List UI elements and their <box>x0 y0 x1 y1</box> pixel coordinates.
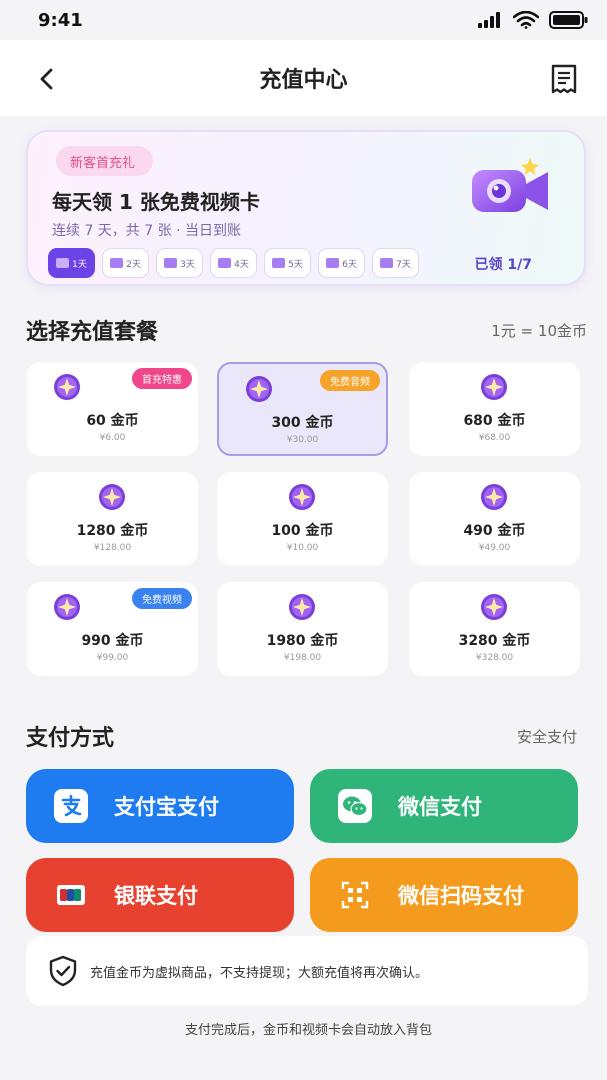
secure-payment-label: 安全支付 <box>516 728 577 746</box>
signal-icon <box>478 12 500 28</box>
page-title: 充值中心 <box>259 68 348 93</box>
package-coins: 60 金币 <box>86 413 139 429</box>
unionpay-label: 银联支付 <box>114 884 198 908</box>
day-chip: 4天 <box>210 248 257 278</box>
package-coins: 490 金币 <box>463 523 526 539</box>
package-coins: 1280 金币 <box>76 523 149 539</box>
qr-scan-icon <box>338 878 372 912</box>
battery-icon <box>549 11 588 29</box>
day-chip-label: 2天 <box>126 259 141 270</box>
video-card-icon <box>164 258 178 268</box>
coin-icon <box>480 593 508 621</box>
payment-title: 支付方式 <box>26 726 115 751</box>
package-coins: 1980 金币 <box>266 633 339 649</box>
package-badge: 免费视频 <box>132 588 192 609</box>
package-price: ¥198.00 <box>283 653 322 663</box>
video-camera-icon <box>472 158 548 212</box>
video-card-icon <box>272 258 286 268</box>
receipt-icon <box>551 64 577 94</box>
package-price: ¥328.00 <box>475 653 514 663</box>
day-chip-label: 5天 <box>288 259 303 270</box>
coin-icon <box>245 375 273 403</box>
package-price: ¥49.00 <box>478 543 511 553</box>
package-coins: 3280 金币 <box>458 633 531 649</box>
wechat-icon <box>338 789 372 823</box>
day-chip: 1天 <box>48 248 95 278</box>
nav-bar: 充值中心 <box>0 40 607 116</box>
promo-tag: 新客首充礼 <box>56 146 154 176</box>
wechat-scan-pay-button[interactable]: 微信扫码支付 <box>310 858 578 932</box>
exchange-rate: 1元 = 10金币 <box>491 322 587 340</box>
package-price: ¥10.00 <box>286 543 319 553</box>
coin-icon <box>98 483 126 511</box>
package-card[interactable]: 免费视频 990 金币 ¥99.00 <box>27 582 198 676</box>
package-price: ¥6.00 <box>99 433 126 443</box>
alipay-icon <box>54 789 88 823</box>
package-coins: 990 金币 <box>81 633 144 649</box>
coin-icon <box>288 483 316 511</box>
status-time: 9:41 <box>38 9 83 31</box>
coin-icon <box>480 373 508 401</box>
day-chip-label: 4天 <box>234 259 249 270</box>
coin-icon <box>480 483 508 511</box>
day-chip: 6天 <box>318 248 365 278</box>
video-card-icon <box>326 258 340 268</box>
wechat-pay-button[interactable]: 微信支付 <box>310 769 578 843</box>
package-card[interactable]: 490 金币 ¥49.00 <box>409 472 580 566</box>
status-icons <box>477 11 589 29</box>
chevron-left-icon <box>40 68 53 90</box>
package-card[interactable]: 680 金币 ¥68.00 <box>409 362 580 456</box>
day-chip-label: 3天 <box>180 259 195 270</box>
day-chip-label: 7天 <box>396 259 411 270</box>
package-coins: 100 金币 <box>271 523 334 539</box>
day-chip-label: 6天 <box>342 259 357 270</box>
package-price: ¥128.00 <box>93 543 132 553</box>
video-card-icon <box>56 258 70 268</box>
wechat-scan-pay-label: 微信扫码支付 <box>398 884 524 908</box>
package-badge: 首充特惠 <box>132 368 192 389</box>
coin-icon <box>53 373 81 401</box>
new-user-promo-card[interactable]: 新客首充礼 每天领 1 张免费视频卡 连续 7 天，共 7 张 · 当日到账 1… <box>26 130 586 286</box>
records-button[interactable] <box>547 62 581 96</box>
day-chip: 2天 <box>102 248 149 278</box>
packages-title: 选择充值套餐 <box>26 320 159 345</box>
package-card[interactable]: 3280 金币 ¥328.00 <box>409 582 580 676</box>
coin-icon <box>288 593 316 621</box>
status-bar: 9:41 <box>0 0 607 40</box>
promo-title: 每天领 1 张免费视频卡 <box>52 190 260 214</box>
shield-check-icon <box>49 955 77 987</box>
package-card[interactable]: 100 金币 ¥10.00 <box>217 472 388 566</box>
package-card[interactable]: 免费音频 300 金币 ¥30.00 <box>217 362 388 456</box>
coin-icon <box>53 593 81 621</box>
package-card[interactable]: 1980 金币 ¥198.00 <box>217 582 388 676</box>
day-chip: 7天 <box>372 248 419 278</box>
wechat-pay-label: 微信支付 <box>398 795 482 819</box>
alipay-label: 支付宝支付 <box>114 795 219 819</box>
package-badge: 免费音频 <box>320 370 380 391</box>
package-coins: 680 金币 <box>463 413 526 429</box>
package-card[interactable]: 首充特惠 60 金币 ¥6.00 <box>27 362 198 456</box>
wifi-icon <box>513 11 539 29</box>
package-price: ¥30.00 <box>286 435 319 445</box>
unionpay-card-icon <box>54 878 88 912</box>
package-price: ¥68.00 <box>478 433 511 443</box>
package-card[interactable]: 1280 金币 ¥128.00 <box>27 472 198 566</box>
promo-subtitle: 连续 7 天，共 7 张 · 当日到账 <box>52 223 241 239</box>
alipay-button[interactable]: 支付宝支付 <box>26 769 294 843</box>
day-chip: 3天 <box>156 248 203 278</box>
virtual-goods-notice: 充值金币为虚拟商品，不支持提现；大额充值将再次确认。 <box>26 936 588 1006</box>
video-card-icon <box>110 258 124 268</box>
claimed-progress: 已领 1/7 <box>474 257 532 273</box>
video-card-icon <box>380 258 394 268</box>
package-coins: 300 金币 <box>271 415 334 431</box>
day-chip: 5天 <box>264 248 311 278</box>
unionpay-button[interactable]: 银联支付 <box>26 858 294 932</box>
footer-note: 支付完成后，金币和视频卡会自动放入背包 <box>184 1023 432 1038</box>
back-button[interactable] <box>30 62 64 96</box>
daily-card-progress: 1天 2天 3天 4天 5天 6天 7天 <box>48 248 419 278</box>
package-price: ¥99.00 <box>96 653 129 663</box>
notice-text: 充值金币为虚拟商品，不支持提现；大额充值将再次确认。 <box>90 965 429 981</box>
video-card-icon <box>218 258 232 268</box>
day-chip-label: 1天 <box>72 259 87 270</box>
